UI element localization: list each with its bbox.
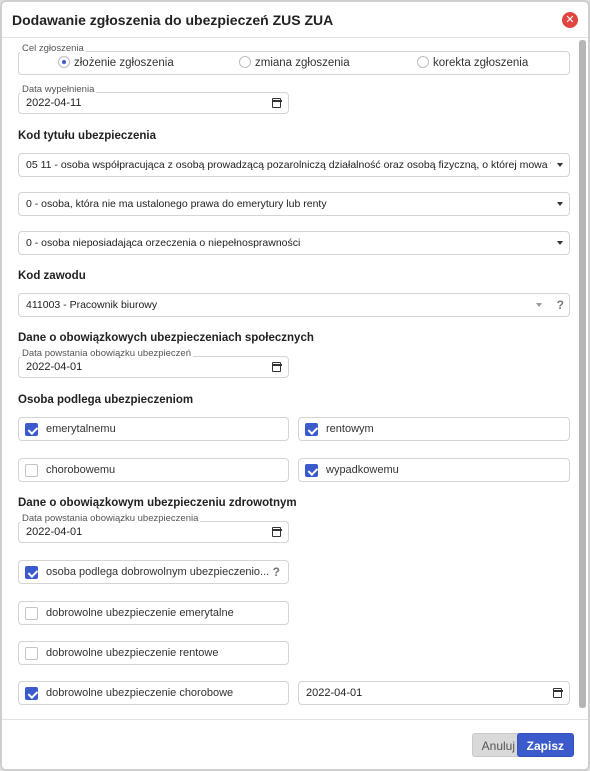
- radio-correction[interactable]: korekta zgłoszenia: [417, 56, 528, 69]
- health-date-label: Data powstania obowiązku ubezpieczenia: [20, 513, 201, 524]
- dialog-title: Dodawanie zgłoszenia do ubezpieczeń ZUS …: [12, 12, 334, 28]
- radio-change-label: zmiana zgłoszenia: [255, 57, 350, 69]
- save-button[interactable]: Zapisz: [516, 733, 574, 757]
- radio-unchecked-icon: [417, 56, 429, 68]
- profession-title: Kod zawodu: [18, 270, 86, 282]
- scrollbar-thumb[interactable]: [579, 40, 586, 708]
- social-insurance-title: Dane o obowiązkowych ubezpieczeniach spo…: [18, 332, 314, 344]
- calendar-icon[interactable]: [271, 98, 282, 108]
- purpose-label: Cel zgłoszenia: [20, 43, 86, 54]
- chevron-down-icon: [557, 241, 563, 245]
- checkbox-voluntary-pension-label: dobrowolne ubezpieczenie emerytalne: [46, 607, 234, 619]
- radio-submit-label: złożenie zgłoszenia: [74, 57, 174, 69]
- checkbox-accident-label: wypadkowemu: [326, 464, 399, 476]
- checkbox-voluntary-sickness-label: dobrowolne ubezpieczenie chorobowe: [46, 687, 234, 699]
- chevron-down-icon: [536, 303, 542, 307]
- radio-submit[interactable]: złożenie zgłoszenia: [58, 56, 174, 69]
- pension-right-value: 0 - osoba, która nie ma ustalonego prawa…: [26, 198, 327, 210]
- checkbox-checked-icon: [25, 687, 38, 700]
- pension-right-select[interactable]: 0 - osoba, która nie ma ustalonego prawa…: [18, 192, 570, 216]
- checkbox-voluntary-sickness[interactable]: dobrowolne ubezpieczenie chorobowe: [18, 681, 289, 705]
- help-icon[interactable]: ?: [273, 561, 280, 583]
- social-date-input[interactable]: 2022-04-01: [18, 356, 289, 378]
- checkbox-checked-icon: [305, 464, 318, 477]
- voluntary-sickness-date-value: 2022-04-01: [306, 687, 363, 699]
- checkbox-unchecked-icon: [25, 607, 38, 620]
- checkbox-disability-label: rentowym: [326, 423, 374, 435]
- disability-select[interactable]: 0 - osoba nieposiadająca orzeczenia o ni…: [18, 231, 570, 255]
- radio-change[interactable]: zmiana zgłoszenia: [239, 56, 350, 69]
- calendar-icon[interactable]: [271, 527, 282, 537]
- disability-value: 0 - osoba nieposiadająca orzeczenia o ni…: [26, 237, 301, 249]
- social-date-value: 2022-04-01: [26, 361, 83, 373]
- checkbox-sickness[interactable]: chorobowemu: [18, 458, 289, 482]
- voluntary-sickness-date-input[interactable]: 2022-04-01: [298, 681, 570, 705]
- checkbox-voluntary[interactable]: osoba podlega dobrowolnym ubezpieczenio.…: [18, 560, 289, 584]
- checkbox-sickness-label: chorobowemu: [46, 464, 116, 476]
- chevron-down-icon: [557, 202, 563, 206]
- profession-value: 411003 - Pracownik biurowy: [26, 299, 158, 311]
- radio-checked-icon: [58, 56, 70, 68]
- health-date-input[interactable]: 2022-04-01: [18, 521, 289, 543]
- calendar-icon[interactable]: [552, 688, 563, 698]
- calendar-icon[interactable]: [271, 362, 282, 372]
- help-icon[interactable]: ?: [557, 294, 564, 316]
- fill-date-value: 2022-04-11: [26, 97, 82, 109]
- insurance-title-value: 05 11 - osoba współpracująca z osobą pro…: [26, 159, 551, 171]
- checkbox-disability[interactable]: rentowym: [298, 417, 570, 441]
- checkbox-checked-icon: [25, 566, 38, 579]
- insurance-title-select[interactable]: 05 11 - osoba współpracująca z osobą pro…: [18, 153, 570, 177]
- checkbox-checked-icon: [25, 423, 38, 436]
- checkbox-unchecked-icon: [25, 647, 38, 660]
- fill-date-input[interactable]: 2022-04-11: [18, 92, 289, 114]
- zus-zua-dialog: Dodawanie zgłoszenia do ubezpieczeń ZUS …: [1, 1, 589, 770]
- checkbox-voluntary-pension[interactable]: dobrowolne ubezpieczenie emerytalne: [18, 601, 289, 625]
- close-icon[interactable]: ✕: [562, 12, 578, 28]
- insurance-code-title: Kod tytułu ubezpieczenia: [18, 130, 157, 142]
- checkbox-pension[interactable]: emerytalnemu: [18, 417, 289, 441]
- checkbox-voluntary-disability[interactable]: dobrowolne ubezpieczenie rentowe: [18, 641, 289, 665]
- profession-select[interactable]: 411003 - Pracownik biurowy ?: [18, 293, 570, 317]
- fill-date-label: Data wypełnienia: [20, 84, 97, 95]
- radio-unchecked-icon: [239, 56, 251, 68]
- checkbox-checked-icon: [305, 423, 318, 436]
- checkbox-unchecked-icon: [25, 464, 38, 477]
- checkbox-accident[interactable]: wypadkowemu: [298, 458, 570, 482]
- checkbox-voluntary-label: osoba podlega dobrowolnym ubezpieczenio.…: [46, 566, 270, 578]
- dialog-titlebar: Dodawanie zgłoszenia do ubezpieczeń ZUS …: [2, 2, 588, 38]
- subject-title: Osoba podlega ubezpieczeniom: [18, 394, 194, 406]
- chevron-down-icon: [557, 163, 563, 167]
- health-insurance-title: Dane o obowiązkowym ubezpieczeniu zdrowo…: [18, 497, 297, 509]
- dialog-footer: Anuluj Zapisz: [2, 719, 588, 769]
- dialog-body: Cel zgłoszenia złożenie zgłoszenia zmian…: [2, 39, 588, 721]
- checkbox-voluntary-disability-label: dobrowolne ubezpieczenie rentowe: [46, 647, 219, 659]
- radio-correction-label: korekta zgłoszenia: [433, 57, 529, 69]
- health-date-value: 2022-04-01: [26, 526, 83, 538]
- checkbox-pension-label: emerytalnemu: [46, 423, 116, 435]
- social-date-label: Data powstania obowiązku ubezpieczeń: [20, 348, 193, 359]
